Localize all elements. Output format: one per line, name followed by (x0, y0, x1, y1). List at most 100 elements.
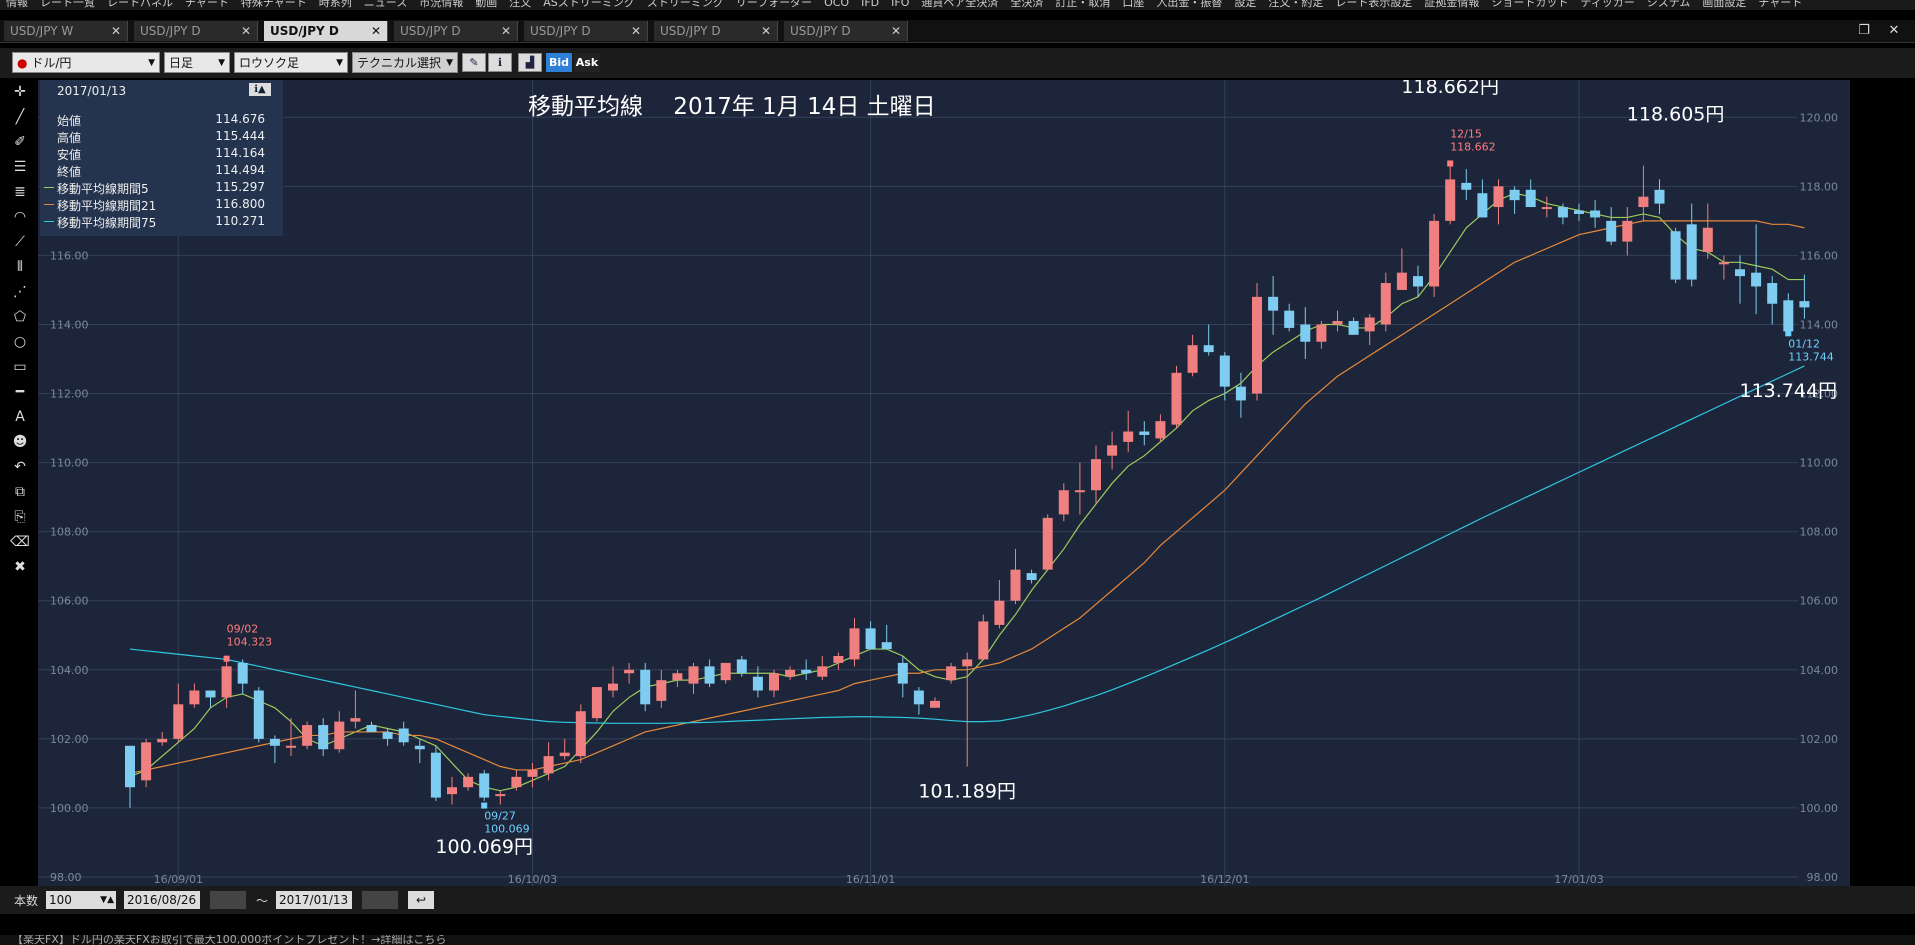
chart-tab[interactable]: USD/JPY D ✕ (524, 21, 648, 41)
menu-item[interactable]: ストリーミング (641, 0, 730, 8)
candle-body (752, 676, 763, 691)
area-chart-icon[interactable]: ▟ (518, 53, 542, 72)
text-icon[interactable]: A (10, 407, 30, 427)
candle-body (1574, 210, 1584, 214)
menu-item[interactable]: 時系列 (313, 0, 358, 8)
horizontal-lines-icon[interactable]: ☰ (10, 157, 30, 177)
menu-item[interactable]: チャート (1752, 0, 1808, 8)
candle-body (913, 690, 924, 705)
erase-all-icon[interactable]: ✖ (10, 557, 30, 577)
info-icon[interactable]: ℹ (488, 53, 512, 72)
menu-item[interactable]: 全決済 (1004, 0, 1049, 8)
chart-tab[interactable]: USD/JPY D ✕ (134, 21, 258, 41)
menu-item[interactable]: OCO (818, 0, 855, 8)
fibonacci-arc-icon[interactable]: ◠ (10, 207, 30, 227)
menu-item[interactable]: システム (1641, 0, 1697, 8)
chart-tab[interactable]: USD/JPY W ✕ (4, 21, 128, 41)
count-stepper-icon[interactable]: ▼▲ (100, 891, 114, 909)
close-tab-icon[interactable]: ✕ (761, 21, 771, 41)
period-label: 日足 (169, 56, 194, 70)
to-time-input[interactable] (362, 891, 398, 909)
close-tab-icon[interactable]: ✕ (241, 21, 251, 41)
candle-body (1702, 227, 1713, 252)
chart-tab[interactable]: USD/JPY D ✕ (394, 21, 518, 41)
menu-item[interactable]: 特殊チャート (235, 0, 313, 8)
menu-item[interactable]: ティッカー (1574, 0, 1640, 8)
close-tab-icon[interactable]: ✕ (111, 21, 121, 41)
ask-button[interactable]: Ask (574, 53, 600, 72)
chart-area[interactable]: 98.00 98.00 100.00 100.00 102.00 102.00 104.00… (38, 76, 1850, 886)
chart-type-select[interactable]: ロウソク足 ▼ (234, 52, 348, 73)
close-tab-icon[interactable]: ✕ (371, 21, 381, 41)
bid-button[interactable]: Bid (546, 53, 572, 72)
menu-item[interactable]: 注文 (503, 0, 537, 8)
info-label: 終値 (57, 165, 82, 179)
menu-item[interactable]: 訂正・取消 (1049, 0, 1116, 8)
return-icon[interactable]: ↩ (408, 891, 434, 909)
multi-lines-icon[interactable]: ≣ (10, 182, 30, 202)
y-tick-label-left: 114.00 (50, 318, 89, 331)
period-select[interactable]: 日足 ▼ (164, 52, 230, 73)
chart-tab[interactable]: USD/JPY D ✕ (784, 21, 908, 41)
menu-item[interactable]: 口座 (1116, 0, 1150, 8)
menu-item[interactable]: 通貨ペア全決済 (915, 0, 1004, 8)
chart-tab[interactable]: USD/JPY D ✕ (654, 21, 778, 41)
count-input[interactable]: 100 ▼▲ (46, 891, 116, 909)
menu-item[interactable]: IFO (885, 0, 915, 8)
close-tab-icon[interactable]: ✕ (631, 21, 641, 41)
menu-item[interactable]: チャート (179, 0, 235, 8)
menu-item[interactable]: リーフォーダー (730, 0, 818, 8)
from-date-input[interactable]: 2016/08/26 (124, 891, 200, 909)
menu-item[interactable]: ニュース (358, 0, 413, 8)
menu-item[interactable]: IFD (855, 0, 885, 8)
ruler-icon[interactable]: ✐ (10, 132, 30, 152)
pen-icon[interactable]: ✎ (462, 53, 486, 72)
undo-icon[interactable]: ↶ (10, 457, 30, 477)
menu-item[interactable]: レート一覧 (34, 0, 101, 8)
chart-tab[interactable]: USD/JPY D ✕ (264, 21, 388, 41)
from-time-input[interactable] (210, 891, 246, 909)
fan-lines-icon[interactable]: ⟋ (10, 232, 30, 252)
to-date-input[interactable]: 2017/01/13 (276, 891, 352, 909)
candle-body (1187, 345, 1198, 373)
extreme-date-label: 09/02 (227, 623, 259, 636)
candle-body (334, 721, 345, 750)
paste-icon[interactable]: ⎘ (10, 507, 30, 527)
menu-item[interactable]: ASストリーミング (537, 0, 641, 8)
menu-item[interactable]: 設定 (1228, 0, 1262, 8)
chart-tab-label: USD/JPY D (400, 24, 461, 38)
pentagon-icon[interactable]: ⬠ (10, 307, 30, 327)
info-toggle-icon[interactable]: ℹ▲ (249, 83, 271, 96)
pitchfork-icon[interactable]: ⋰ (10, 282, 30, 302)
menu-item[interactable]: 情報 (0, 0, 34, 8)
menu-item[interactable]: レートパネル (101, 0, 179, 8)
info-row: 終値 114.494 (57, 163, 277, 179)
trendline-icon[interactable]: ╱ (10, 107, 30, 127)
copy-icon[interactable]: ⧉ (10, 482, 30, 502)
chart-tab-label: USD/JPY D (530, 24, 591, 38)
menu-item[interactable]: 動画 (469, 0, 503, 8)
menu-item[interactable]: 画面設定 (1696, 0, 1752, 8)
candle-body (527, 769, 538, 777)
price-callout: 113.744円 (1740, 380, 1838, 402)
stamp-icon[interactable]: ☻ (10, 432, 30, 452)
close-tab-icon[interactable]: ✕ (501, 21, 511, 41)
close-tab-icon[interactable]: ✕ (891, 21, 901, 41)
news-ticker[interactable]: 【楽天FX】ドル円の楽天FXお取引で最大100,000ポイントプレゼント！→詳細… (0, 935, 1915, 945)
restore-window-icon[interactable]: ❐ (1855, 23, 1873, 38)
crosshair-icon[interactable]: ✛ (10, 82, 30, 102)
menu-item[interactable]: ショートカット (1485, 0, 1574, 8)
menu-item[interactable]: レート表示設定 (1329, 0, 1418, 8)
vertical-lines-icon[interactable]: ⦀ (10, 257, 30, 277)
technical-select-button[interactable]: テクニカル選択 ▼ (352, 52, 458, 73)
rectangle-icon[interactable]: ▭ (10, 357, 30, 377)
y-tick-label: 108.00 (1800, 526, 1839, 539)
menu-item[interactable]: 証拠金情報 (1418, 0, 1485, 8)
eraser-icon[interactable]: ⌫ (10, 532, 30, 552)
currency-pair-select[interactable]: ● ドル/円 ▼ (12, 52, 160, 73)
menu-item[interactable]: 注文・約定 (1262, 0, 1329, 8)
menu-item[interactable]: 入出金・振替 (1150, 0, 1228, 8)
circle-icon[interactable]: ○ (10, 332, 30, 352)
close-window-icon[interactable]: ✕ (1885, 23, 1903, 38)
menu-item[interactable]: 市況情報 (413, 0, 469, 8)
